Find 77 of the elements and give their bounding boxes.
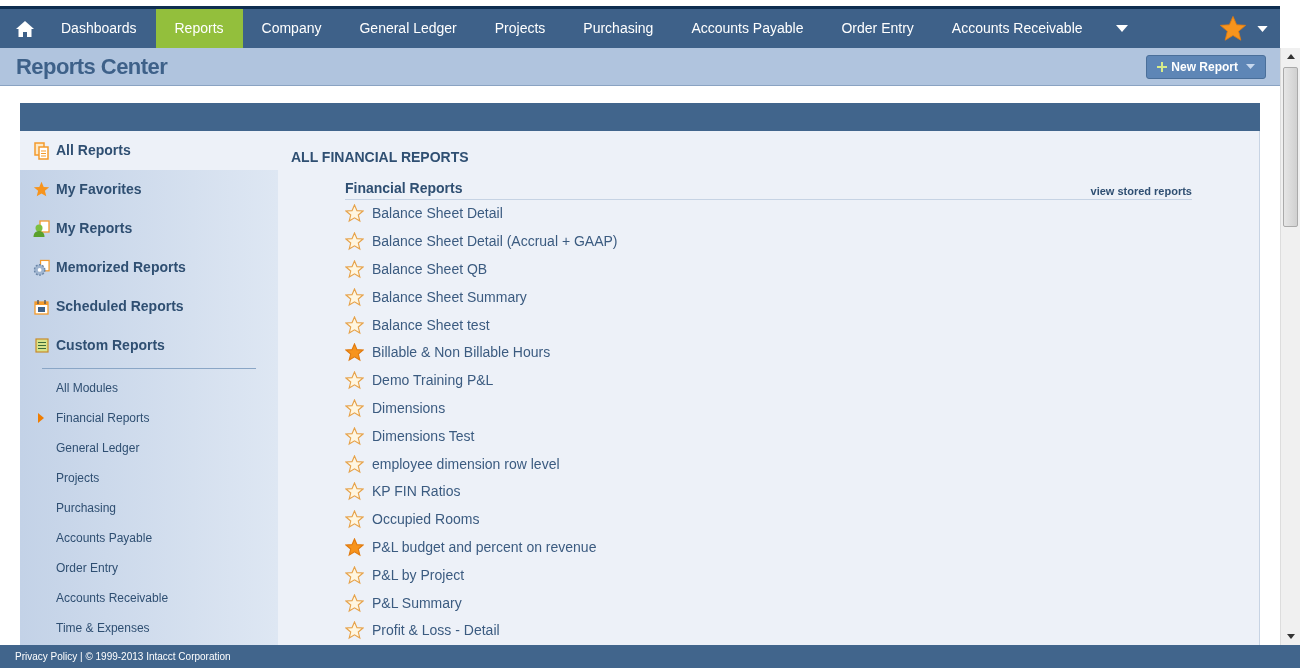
page-title: Reports Center bbox=[16, 53, 168, 81]
favorite-star-icon[interactable] bbox=[345, 565, 364, 585]
report-link[interactable]: Balance Sheet test bbox=[372, 314, 490, 336]
calendar-icon bbox=[34, 298, 49, 315]
sidebar-item[interactable]: All Reports bbox=[20, 131, 278, 170]
nav-tab[interactable]: Projects bbox=[475, 9, 565, 48]
module-link[interactable]: General Ledger bbox=[56, 439, 140, 457]
module-link[interactable]: Projects bbox=[56, 469, 100, 487]
report-link[interactable]: KP FIN Ratios bbox=[372, 481, 461, 503]
favorite-star-icon[interactable] bbox=[345, 426, 364, 446]
favorite-star-icon[interactable] bbox=[345, 398, 364, 418]
report-link[interactable]: P&L by Project bbox=[372, 564, 465, 586]
nav-tab[interactable]: Company bbox=[242, 9, 341, 48]
module-link[interactable]: Accounts Payable bbox=[56, 529, 153, 547]
module-link[interactable]: All Modules bbox=[56, 379, 119, 397]
report-link[interactable]: Balance Sheet QB bbox=[372, 259, 488, 280]
favorite-star-icon[interactable] bbox=[345, 454, 364, 474]
section-heading: ALL FINANCIAL REPORTS bbox=[291, 148, 470, 167]
report-link[interactable]: Balance Sheet Detail bbox=[372, 203, 503, 225]
report-link[interactable]: P&L budget and percent on revenue bbox=[372, 536, 597, 558]
nav-tab[interactable]: Accounts Payable bbox=[672, 9, 823, 48]
plus-icon bbox=[1157, 61, 1168, 72]
report-link[interactable]: Dimensions bbox=[372, 397, 446, 419]
module-link[interactable]: Time & Expenses bbox=[56, 619, 150, 637]
documents-icon bbox=[33, 141, 50, 160]
sidebar-item[interactable]: Scheduled Reports bbox=[20, 287, 278, 326]
home-icon[interactable] bbox=[15, 19, 35, 38]
scroll-down-icon[interactable] bbox=[1286, 634, 1295, 639]
sidebar-item[interactable]: Memorized Reports bbox=[20, 248, 278, 287]
scroll-thumb[interactable] bbox=[1283, 67, 1298, 227]
favorite-star-icon[interactable] bbox=[345, 510, 364, 530]
footer-text: Privacy Policy | © 1999-2013 Intacct Corporation bbox=[15, 650, 231, 664]
favorite-star-icon[interactable] bbox=[345, 287, 364, 307]
scrollbar[interactable] bbox=[1280, 48, 1300, 645]
favorite-star-icon[interactable] bbox=[345, 315, 364, 335]
favorite-star-icon[interactable] bbox=[345, 232, 364, 252]
dropdown-caret-icon[interactable] bbox=[1257, 25, 1268, 32]
report-link[interactable]: P&L Summary bbox=[372, 592, 462, 614]
list-icon bbox=[34, 338, 49, 353]
favorite-star-icon[interactable] bbox=[345, 343, 364, 363]
report-link[interactable]: Billable & Non Billable Hours bbox=[372, 342, 551, 364]
favorite-star-icon[interactable] bbox=[345, 482, 364, 502]
module-link[interactable]: Financial Reports bbox=[56, 409, 150, 427]
gear-icon bbox=[33, 258, 50, 277]
new-report-button[interactable]: New Report bbox=[1146, 54, 1266, 79]
report-link[interactable]: Balance Sheet Detail (Accrual + GAAP) bbox=[372, 231, 618, 253]
nav-tab[interactable]: Accounts Receivable bbox=[932, 9, 1102, 48]
nav-tab[interactable]: Purchasing bbox=[564, 9, 673, 48]
view-stored-reports-link[interactable]: view stored reports bbox=[1090, 182, 1192, 199]
nav-tab[interactable]: General Ledger bbox=[340, 9, 476, 48]
sidebar-item[interactable]: My Favorites bbox=[20, 170, 278, 209]
report-link[interactable]: Occupied Rooms bbox=[372, 509, 480, 531]
module-link[interactable]: Order Entry bbox=[56, 559, 118, 577]
sidebar-item[interactable]: Custom Reports bbox=[20, 326, 278, 365]
nav-tab[interactable]: Dashboards bbox=[42, 9, 156, 48]
group-heading: Financial Reports bbox=[345, 179, 463, 198]
report-link[interactable]: Dimensions Test bbox=[372, 425, 475, 447]
nav-tab[interactable]: Order Entry bbox=[822, 9, 933, 48]
caret-icon bbox=[1246, 64, 1255, 69]
star-icon[interactable] bbox=[1219, 14, 1247, 43]
favorite-star-icon[interactable] bbox=[345, 537, 364, 557]
report-link[interactable]: Balance Sheet Summary bbox=[372, 286, 527, 308]
report-link[interactable]: Profit & Loss - Detail bbox=[372, 620, 500, 642]
module-link[interactable]: Purchasing bbox=[56, 499, 117, 517]
favorite-star-icon[interactable] bbox=[345, 621, 364, 641]
scroll-up-icon[interactable] bbox=[1286, 54, 1295, 59]
favorite-star-icon[interactable] bbox=[345, 204, 364, 224]
user-report-icon bbox=[33, 219, 50, 238]
report-link[interactable]: employee dimension row level bbox=[372, 453, 560, 475]
star-icon bbox=[33, 181, 50, 198]
dropdown-caret-icon[interactable] bbox=[1115, 25, 1128, 32]
favorite-star-icon[interactable] bbox=[345, 260, 364, 279]
sidebar-item[interactable]: My Reports bbox=[20, 209, 278, 248]
favorite-star-icon[interactable] bbox=[345, 593, 364, 613]
module-link[interactable]: Accounts Receivable bbox=[56, 589, 169, 607]
report-link[interactable]: Demo Training P&L bbox=[372, 370, 494, 392]
favorite-star-icon[interactable] bbox=[345, 371, 364, 391]
